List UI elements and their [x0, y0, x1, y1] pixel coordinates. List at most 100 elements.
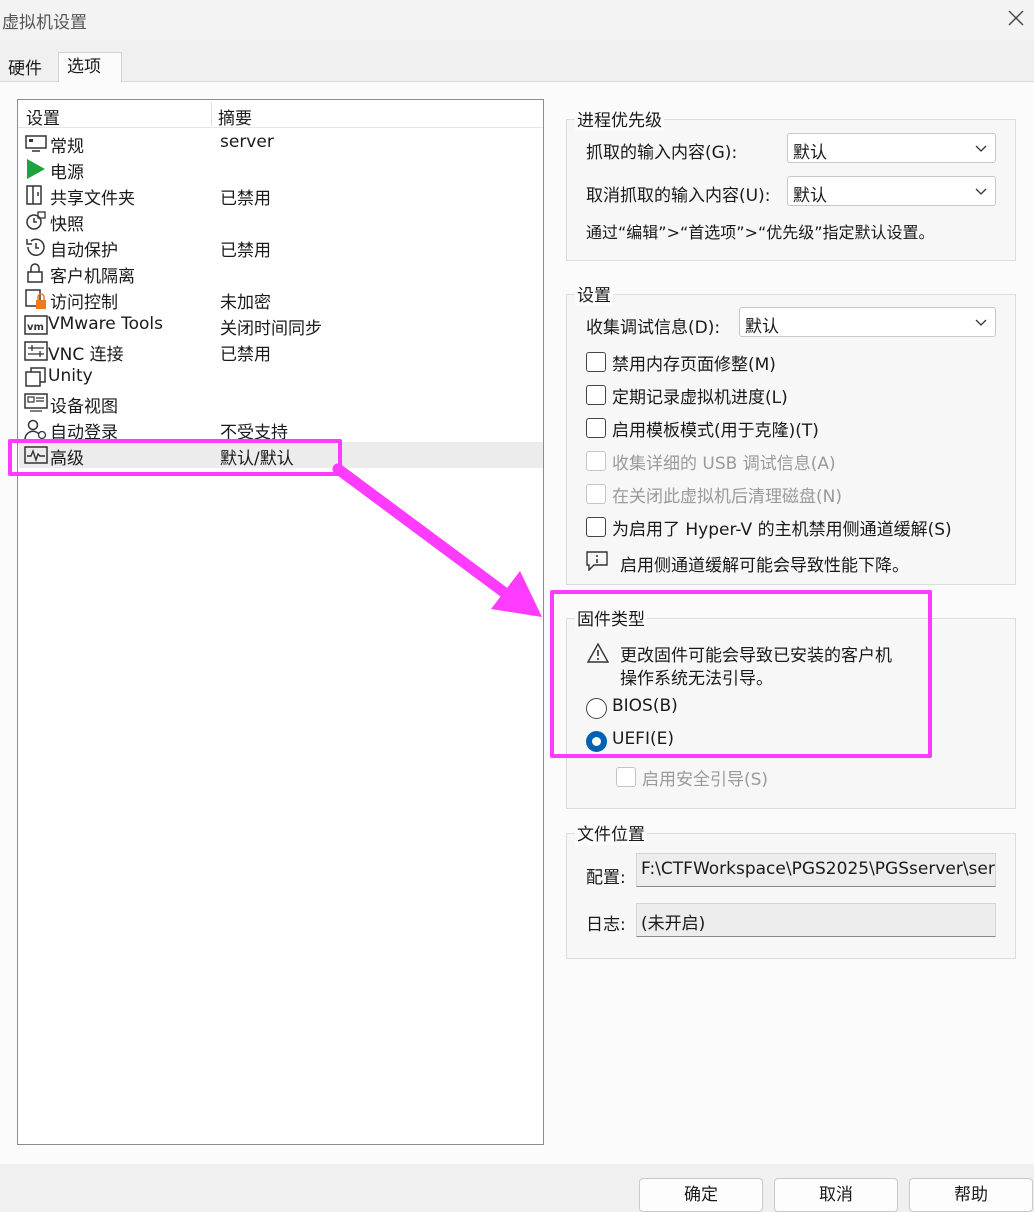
chevron-down-icon: [975, 145, 987, 152]
list-item-label: 访问控制: [50, 293, 118, 313]
list-item-label: 客户机隔离: [50, 267, 135, 287]
list-item-summary: 已禁用: [220, 189, 271, 209]
svg-text:vm: vm: [27, 322, 44, 333]
template-mode-checkbox[interactable]: 启用模板模式(用于克隆)(T): [586, 415, 966, 441]
shared-folder-icon: [26, 185, 42, 205]
list-item-unity[interactable]: Unity: [19, 364, 543, 390]
unity-icon: [25, 367, 46, 387]
chevron-down-icon: [975, 319, 987, 326]
column-header-summary[interactable]: 摘要: [218, 104, 252, 129]
list-item-label: 常规: [50, 137, 84, 157]
mitigation-info-text: 启用侧通道缓解可能会导致性能下降。: [620, 556, 909, 576]
window-title: 虚拟机设置: [2, 13, 87, 33]
checkbox-box: [586, 451, 606, 471]
grabbed-input-select[interactable]: 默认: [787, 133, 996, 163]
priority-hint: 通过“编辑”>“首选项”>“优先级”指定默认设置。: [586, 223, 935, 242]
list-item-summary: server: [220, 132, 274, 152]
secure-boot-checkbox: 启用安全引导(S): [616, 764, 866, 790]
list-item-summary: 未加密: [220, 293, 271, 313]
info-icon: [586, 551, 608, 571]
vmware-tools-icon: vm: [24, 315, 48, 335]
list-item-autoprotect[interactable]: 自动保护 已禁用: [19, 234, 543, 261]
settings-group-title: 设置: [575, 281, 613, 306]
clean-disk-checkbox: 在关闭此虚拟机后清理磁盘(N): [586, 481, 966, 507]
tab-options[interactable]: 选项: [58, 52, 122, 83]
priority-group: 进程优先级 抓取的输入内容(G): 默认 取消抓取的输入内容(U): 默认 通过…: [566, 106, 1016, 261]
checkbox-box[interactable]: [586, 517, 606, 537]
config-path-value: F:\CTFWorkspace\PGS2025\PGSserver\server…: [641, 859, 995, 879]
grabbed-input-value: 默认: [793, 143, 827, 163]
highlight-box-firmware: [550, 590, 932, 758]
debug-info-value: 默认: [745, 317, 779, 337]
autoprotect-icon: [26, 238, 45, 256]
log-path-field[interactable]: (未开启): [636, 903, 996, 937]
log-path-label: 日志:: [586, 915, 626, 935]
annotation-arrow-icon: [332, 463, 542, 617]
list-item-summary: 关闭时间同步: [220, 319, 322, 339]
column-divider[interactable]: [211, 102, 212, 126]
file-location-group-title: 文件位置: [575, 820, 647, 845]
list-item-summary: 已禁用: [220, 345, 271, 365]
cancel-button[interactable]: 取消: [774, 1178, 898, 1212]
list-item-summary: 已禁用: [220, 241, 271, 261]
close-icon[interactable]: [1002, 4, 1030, 32]
grabbed-input-label: 抓取的输入内容(G):: [586, 143, 738, 163]
column-header-setting[interactable]: 设置: [26, 104, 60, 129]
access-control-icon: [25, 289, 46, 309]
checkbox-label: 禁用内存页面修整(M): [612, 355, 776, 375]
checkbox-box[interactable]: [586, 385, 606, 405]
ungrabbed-input-select[interactable]: 默认: [787, 176, 996, 206]
settings-group: 设置 收集调试信息(D): 默认 禁用内存页面修整(M) 定期记录虚拟机进度(L…: [566, 281, 1016, 585]
file-location-group: 文件位置 配置: F:\CTFWorkspace\PGS2025\PGSserv…: [566, 820, 1016, 959]
highlight-box-advanced: [8, 439, 342, 476]
ungrabbed-input-value: 默认: [793, 186, 827, 206]
list-item-label: 设备视图: [50, 397, 118, 417]
log-progress-checkbox[interactable]: 定期记录虚拟机进度(L): [586, 382, 966, 408]
config-path-label: 配置:: [586, 868, 626, 888]
checkbox-box[interactable]: [586, 418, 606, 438]
ok-button[interactable]: 确定: [639, 1178, 763, 1212]
list-item-guest-isolation[interactable]: 客户机隔离: [19, 260, 543, 287]
list-header: 设置 摘要: [18, 100, 543, 129]
vnc-icon: [24, 341, 48, 361]
list-item-vnc[interactable]: VNC 连接 已禁用: [19, 338, 543, 365]
power-icon: [27, 159, 45, 179]
device-view-icon: [24, 393, 48, 412]
tab-hardware[interactable]: 硬件: [2, 56, 48, 84]
list-item-shared-folders[interactable]: 共享文件夹 已禁用: [19, 182, 543, 209]
config-path-field[interactable]: F:\CTFWorkspace\PGS2025\PGSserver\server…: [636, 853, 996, 887]
autologin-icon: [24, 419, 47, 440]
checkbox-label: 收集详细的 USB 调试信息(A): [612, 454, 836, 474]
snapshot-icon: [26, 211, 46, 230]
list-item-general[interactable]: 常规 server: [19, 130, 543, 157]
list-item-label: Unity: [48, 366, 93, 386]
lock-icon: [27, 263, 43, 283]
checkbox-box[interactable]: [586, 352, 606, 372]
list-item-label: VMware Tools: [48, 314, 163, 334]
checkbox-box: [616, 767, 636, 787]
list-item-access-control[interactable]: 访问控制 未加密: [19, 286, 543, 313]
list-item-snapshot[interactable]: 快照: [19, 208, 543, 235]
tab-strip: 硬件 选项: [0, 44, 1034, 84]
list-item-label: 快照: [50, 215, 84, 235]
usb-debug-checkbox: 收集详细的 USB 调试信息(A): [586, 448, 966, 474]
list-item-power[interactable]: 电源: [19, 156, 543, 183]
log-path-value: (未开启): [641, 914, 706, 934]
list-item-label: 自动保护: [50, 241, 118, 261]
checkbox-label: 为启用了 Hyper-V 的主机禁用侧通道缓解(S): [612, 520, 952, 540]
debug-info-label: 收集调试信息(D):: [586, 318, 721, 338]
disable-memory-trim-checkbox[interactable]: 禁用内存页面修整(M): [586, 349, 966, 375]
list-item-device-view[interactable]: 设备视图: [19, 390, 543, 417]
title-bar: 虚拟机设置: [0, 0, 1034, 40]
hyperv-mitigation-checkbox[interactable]: 为启用了 Hyper-V 的主机禁用侧通道缓解(S): [586, 514, 1006, 540]
checkbox-label: 启用安全引导(S): [642, 770, 769, 790]
list-item-vmware-tools[interactable]: vm VMware Tools 关闭时间同步: [19, 312, 543, 339]
debug-info-select[interactable]: 默认: [739, 307, 996, 337]
checkbox-label: 定期记录虚拟机进度(L): [612, 388, 788, 408]
checkbox-label: 在关闭此虚拟机后清理磁盘(N): [612, 487, 842, 507]
priority-group-title: 进程优先级: [575, 106, 664, 131]
list-item-label: 电源: [50, 163, 84, 183]
help-button[interactable]: 帮助: [909, 1178, 1033, 1212]
chevron-down-icon: [975, 188, 987, 195]
list-item-label: 共享文件夹: [50, 189, 135, 209]
